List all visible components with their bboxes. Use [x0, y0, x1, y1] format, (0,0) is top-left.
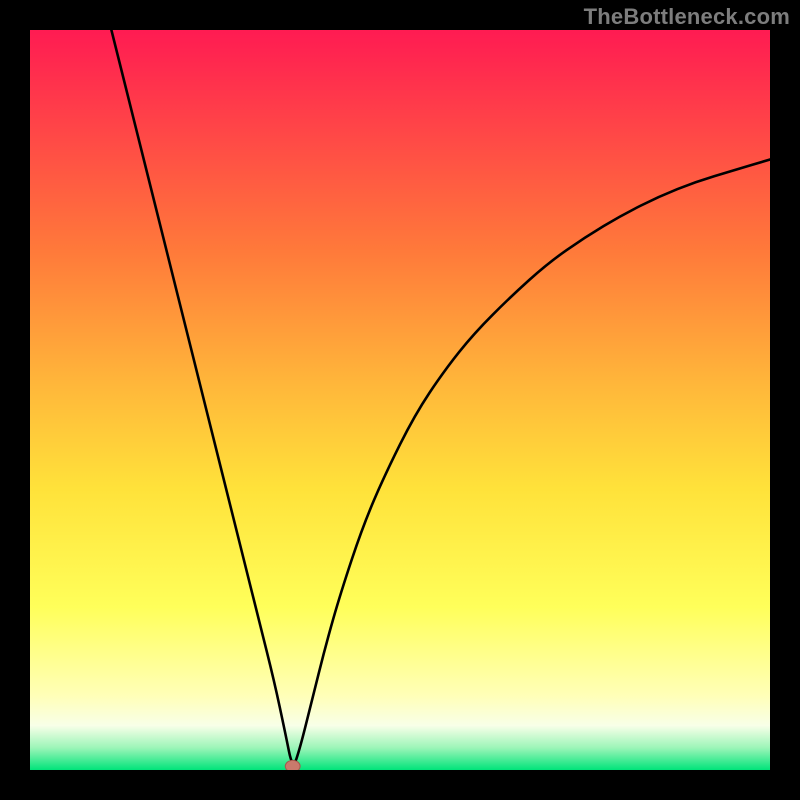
bottleneck-chart — [30, 30, 770, 770]
watermark-text: TheBottleneck.com — [584, 4, 790, 30]
chart-frame: TheBottleneck.com — [0, 0, 800, 800]
minimum-marker — [285, 760, 300, 770]
gradient-background — [30, 30, 770, 770]
